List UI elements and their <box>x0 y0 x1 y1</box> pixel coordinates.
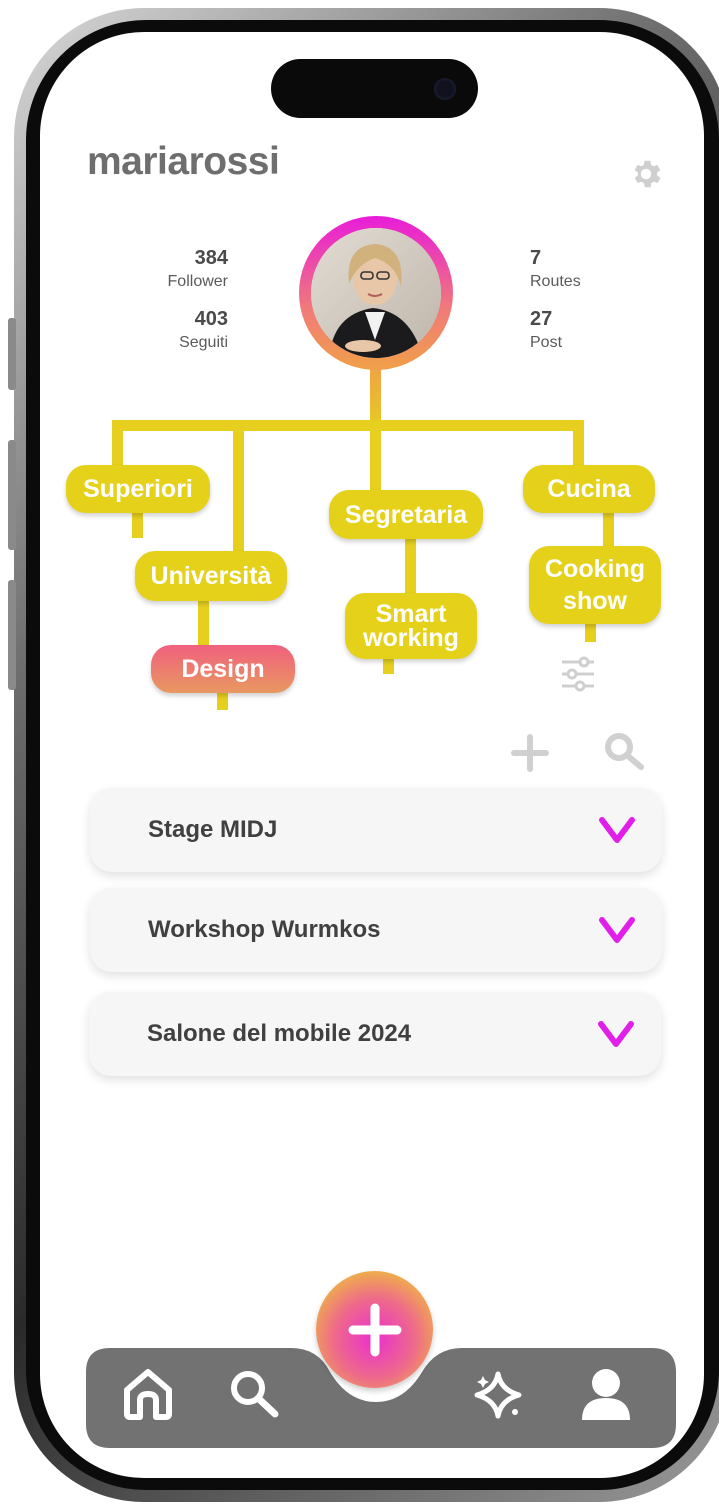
tree-branch-superiori-tail <box>132 510 143 538</box>
event-title: Stage MIDJ <box>148 816 278 843</box>
following-count: 403 <box>194 308 228 330</box>
followers-label: Follower <box>167 273 228 290</box>
gear-icon[interactable] <box>628 156 664 192</box>
posts-count: 27 <box>530 308 553 330</box>
event-card-salone-del-mobile[interactable]: Salone del mobile 2024 <box>89 992 661 1076</box>
following-stat[interactable]: 403 Seguiti <box>130 308 228 352</box>
route-node-smart-working-line2: working <box>363 624 459 652</box>
avatar-photo <box>311 228 441 358</box>
posts-stat[interactable]: 27 Post <box>530 308 640 352</box>
username: mariarossi <box>87 140 280 183</box>
route-node-smart-working-line1: Smart <box>375 600 447 628</box>
route-node-superiori[interactable]: Superiori <box>66 465 210 513</box>
routes-label: Routes <box>530 273 581 290</box>
avatar[interactable] <box>311 228 441 358</box>
followers-stat[interactable]: 384 Follower <box>130 247 228 291</box>
search-icon[interactable] <box>227 1368 281 1420</box>
profile-icon[interactable] <box>578 1366 634 1424</box>
route-node-cooking-show-line2: show <box>563 587 627 615</box>
tree-branch-cooking-show <box>603 510 614 550</box>
create-route-button[interactable] <box>316 1271 433 1388</box>
chevron-down-icon[interactable] <box>598 914 636 946</box>
following-label: Seguiti <box>179 334 228 351</box>
route-node-cooking-show-line1: Cooking <box>545 555 645 583</box>
mute-switch <box>8 318 16 390</box>
chevron-down-icon[interactable] <box>597 1018 635 1050</box>
tree-branch-design <box>198 598 209 650</box>
volume-up-button <box>8 440 16 550</box>
followers-count: 384 <box>194 247 228 269</box>
event-title: Salone del mobile 2024 <box>147 1020 412 1047</box>
home-icon[interactable] <box>121 1366 175 1422</box>
route-node-design[interactable]: Design <box>151 645 295 693</box>
search-routes-icon[interactable] <box>603 731 647 771</box>
chevron-down-icon[interactable] <box>598 814 636 846</box>
plus-icon <box>348 1303 402 1357</box>
route-node-segretaria[interactable]: Segretaria <box>329 490 483 539</box>
route-node-universita[interactable]: Università <box>135 551 287 601</box>
routes-count: 7 <box>530 247 542 269</box>
tree-branch-segretaria <box>370 420 381 495</box>
volume-down-button <box>8 580 16 690</box>
tree-branch-universita <box>233 420 244 555</box>
tree-branch-smart-working <box>405 535 416 597</box>
filter-sliders-icon[interactable] <box>560 655 596 693</box>
event-title: Workshop Wurmkos <box>148 916 381 943</box>
tree-branch-design-tail <box>217 690 228 710</box>
add-icon[interactable] <box>510 733 550 773</box>
tree-branch-cucina <box>573 420 584 468</box>
route-node-smart-working[interactable]: Smart working <box>345 593 477 659</box>
front-camera <box>434 78 456 100</box>
tree-branch-superiori <box>112 420 123 470</box>
posts-label: Post <box>530 334 563 351</box>
route-node-cucina[interactable]: Cucina <box>523 465 655 513</box>
event-card-stage-midj[interactable]: Stage MIDJ <box>90 788 662 872</box>
route-node-cooking-show[interactable]: Cooking show <box>529 546 661 624</box>
tree-branch-bar <box>112 420 584 431</box>
routes-stat[interactable]: 7 Routes <box>530 247 640 291</box>
sparkle-icon[interactable] <box>471 1368 525 1422</box>
event-card-workshop-wurmkos[interactable]: Workshop Wurmkos <box>90 888 662 972</box>
